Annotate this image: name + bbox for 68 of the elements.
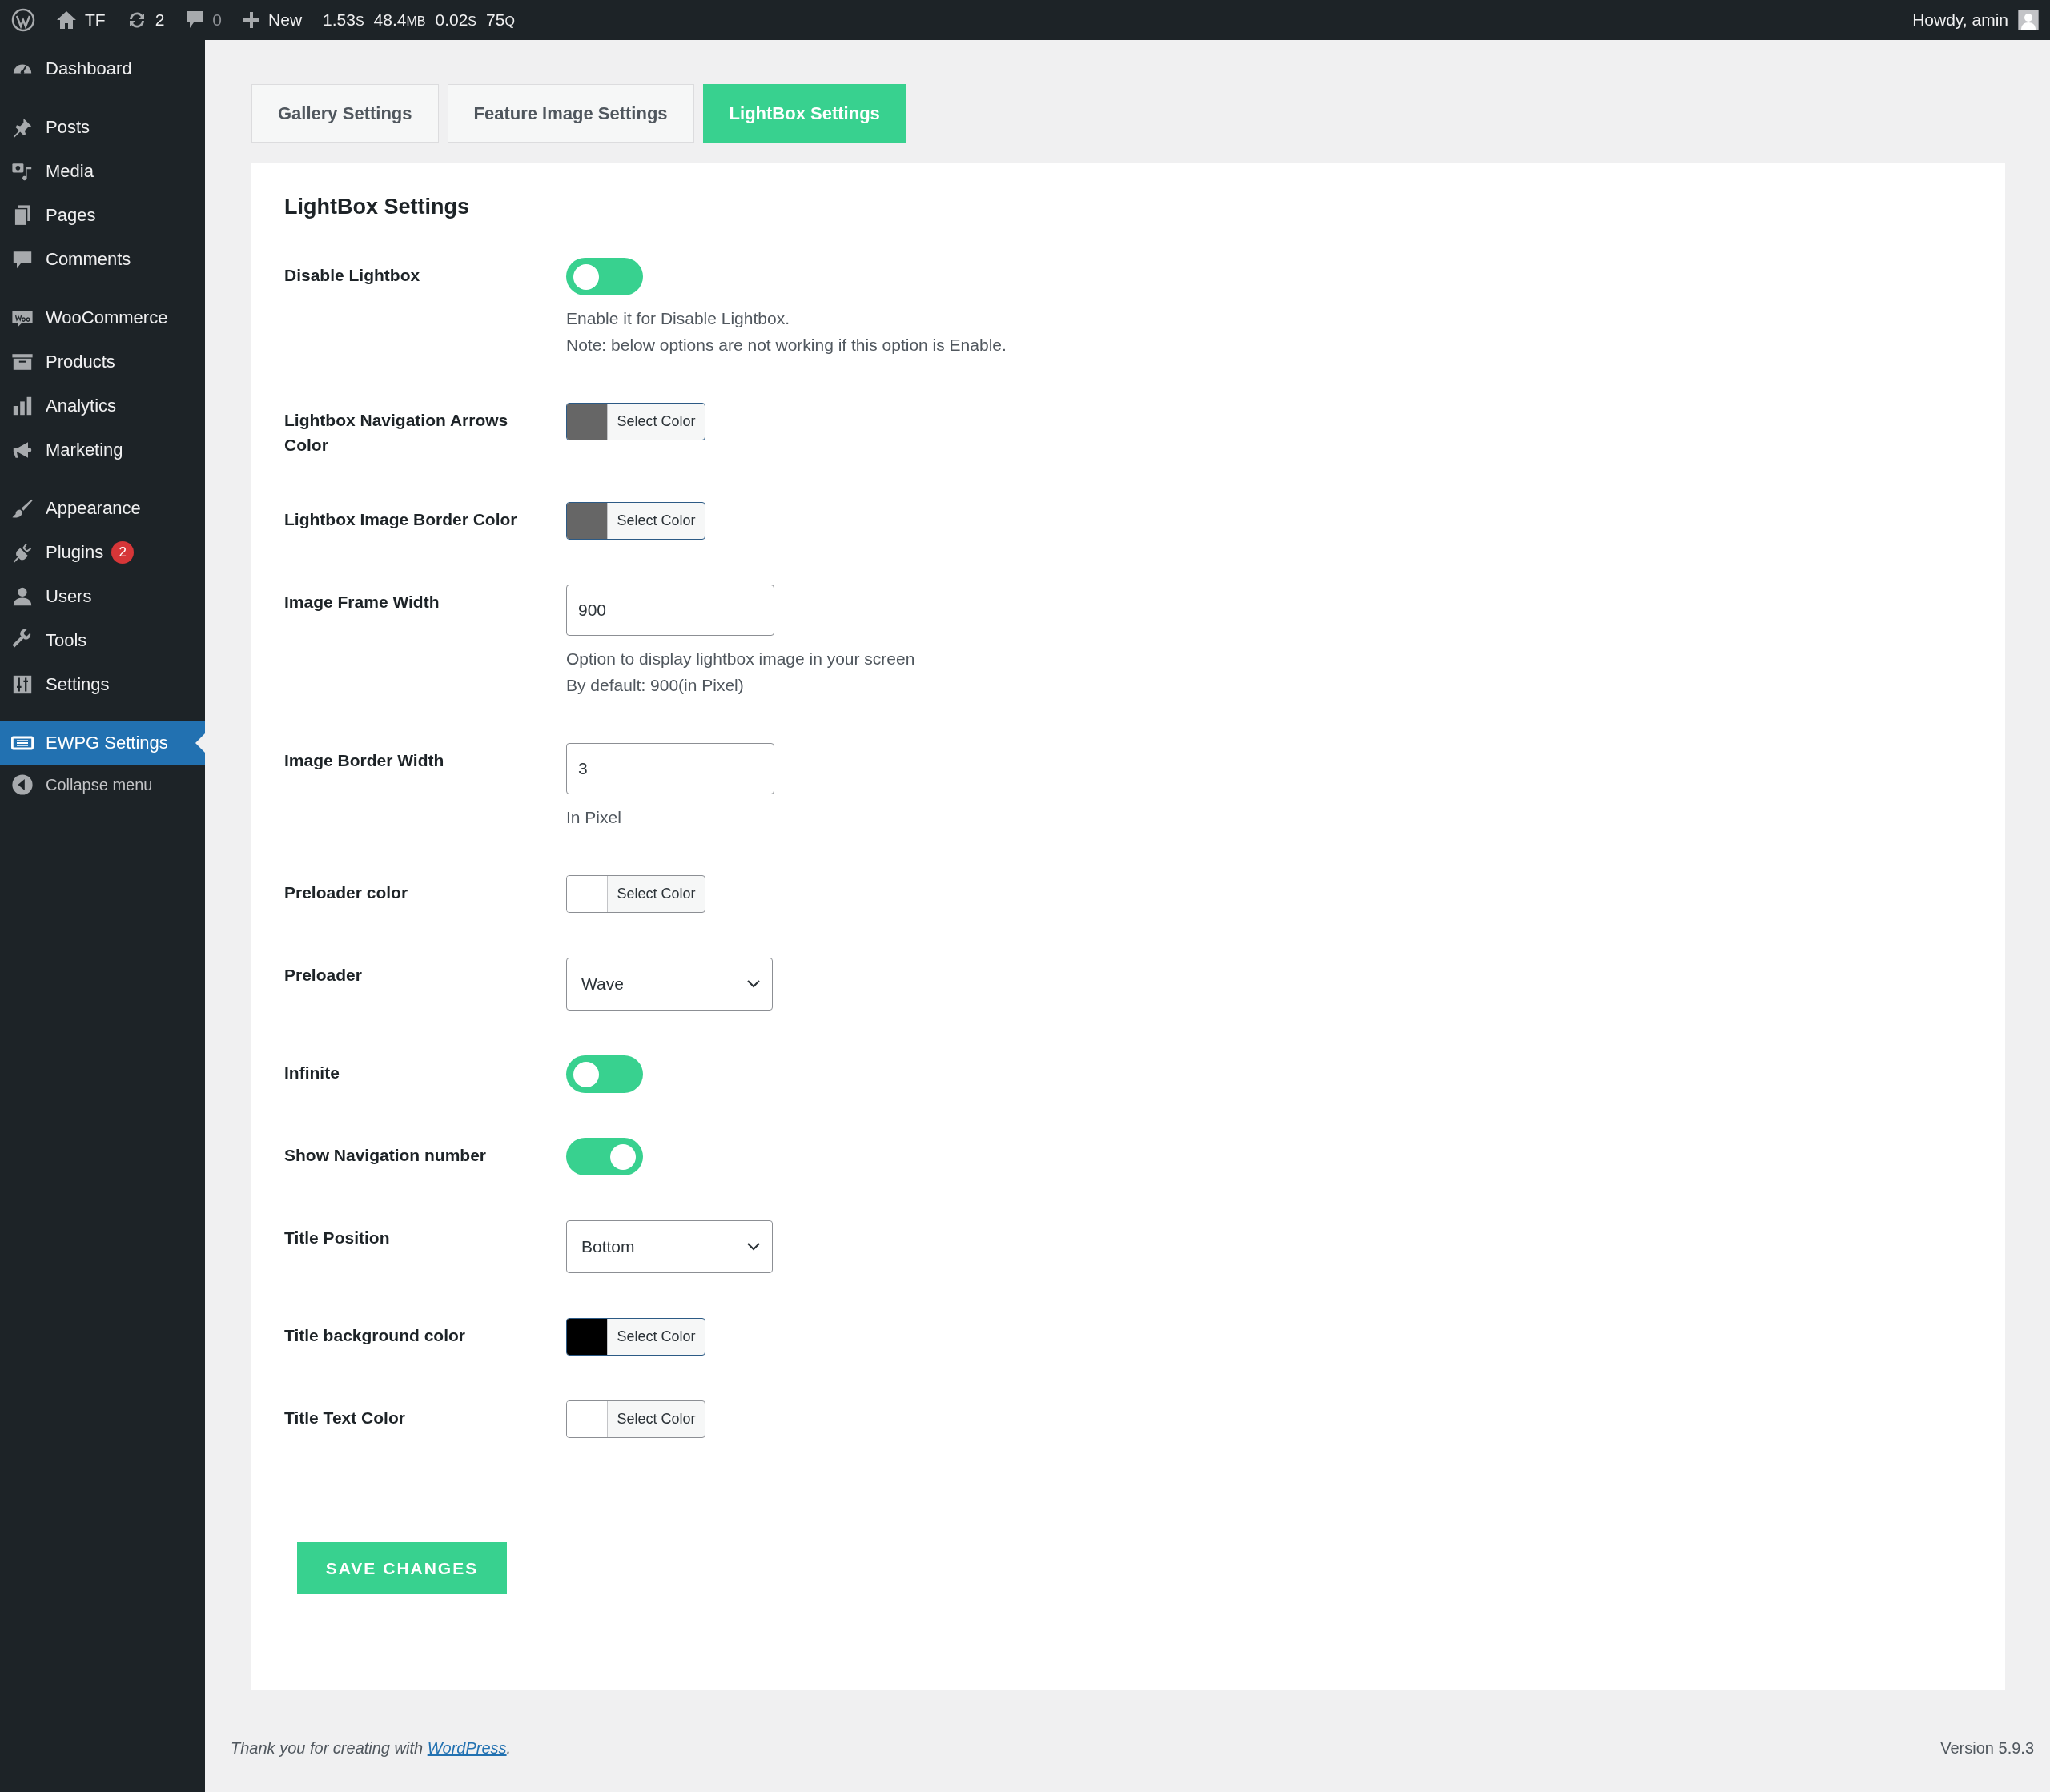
help-text: Note: below options are not working if this option is Enable. [566,335,1007,356]
greeting[interactable]: Howdy, amin [1912,10,2008,30]
sidebar-item[interactable]: Products [0,340,205,384]
input-field[interactable]: 900 [566,585,774,636]
collapse-icon [11,773,34,796]
comment-count[interactable]: 0 [212,10,223,30]
chevron-down-icon [746,979,761,989]
sidebar-item[interactable]: Tools [0,618,205,662]
update-count[interactable]: 2 [155,10,165,30]
footer-text: Thank you for creating with WordPress. [231,1739,512,1758]
dropdown[interactable]: Bottom [566,1220,773,1273]
setting-label: Infinite [284,1063,340,1083]
site-name[interactable]: TF [85,10,106,30]
query-stat: 0.02S [435,10,476,30]
setting-label: Lightbox Image Border Color [284,509,518,530]
sidebar-item[interactable]: Dashboard [0,46,205,90]
setting-label: Image Frame Width [284,592,440,613]
help-text: Enable it for Disable Lightbox. [566,308,790,329]
toggle-switch[interactable] [566,1055,643,1093]
setting-label: Preloader [284,965,363,986]
version-text: Version 5.9.3 [1940,1739,2034,1758]
setting-label: Title Text Color [284,1408,406,1428]
setting-label: Disable Lightbox [284,265,421,286]
sidebar-item[interactable]: Media [0,149,205,193]
panel-title: LightBox Settings [284,195,470,219]
home-icon[interactable] [56,10,77,30]
sidebar-item[interactable]: EWPG Settings [0,721,205,765]
settings-tab[interactable]: Feature Image Settings [447,84,694,143]
sidebar-item[interactable]: Comments [0,237,205,281]
toggle-switch[interactable] [566,258,643,295]
dropdown[interactable]: Wave [566,958,773,1011]
setting-label: Lightbox Navigation Arrows Color [284,410,509,456]
wordpress-link[interactable]: WordPress [427,1739,507,1757]
toggle-switch[interactable] [566,1138,643,1175]
query-stat: 1.53S [323,10,364,30]
color-picker-button[interactable]: Select Color [566,875,705,913]
setting-label: Image Border Width [284,750,445,771]
setting-label: Preloader color [284,882,409,903]
help-text: Option to display lightbox image in your screen [566,649,916,669]
sidebar-item[interactable]: Marketing [0,428,205,472]
new-link[interactable]: New [268,10,303,30]
color-picker-button[interactable]: Select Color [566,502,705,540]
query-stat: 48.4MB [373,10,426,30]
collapse-menu-button[interactable]: Collapse menu [0,765,205,805]
color-picker-button[interactable]: Select Color [566,1318,705,1356]
setting-label: Title Position [284,1227,391,1248]
setting-label: Title background color [284,1325,466,1346]
sidebar-item[interactable]: Pages [0,193,205,237]
plus-icon[interactable] [243,11,261,29]
wordpress-logo-icon[interactable] [11,8,35,32]
input-field[interactable]: 3 [566,743,774,794]
setting-label: Show Navigation number [284,1145,488,1166]
color-picker-button[interactable]: Select Color [566,403,705,440]
color-picker-button[interactable]: Select Color [566,1400,705,1438]
chevron-down-icon [746,1242,761,1252]
help-text: By default: 900(in Pixel) [566,675,745,696]
help-text: In Pixel [566,807,622,828]
sidebar-item[interactable]: Users [0,574,205,618]
sidebar-item[interactable]: Posts [0,105,205,149]
sidebar-item[interactable]: Settings [0,662,205,706]
settings-tab[interactable]: Gallery Settings [251,84,439,143]
update-badge: 2 [111,540,135,564]
sidebar-item[interactable]: WooCommerce [0,295,205,340]
avatar-icon[interactable] [2018,10,2039,30]
sidebar-item[interactable]: Analytics [0,384,205,428]
query-stat: 75Q [486,10,515,30]
sidebar-item[interactable]: Plugins 2 [0,530,205,574]
sidebar-item[interactable]: Appearance [0,486,205,530]
